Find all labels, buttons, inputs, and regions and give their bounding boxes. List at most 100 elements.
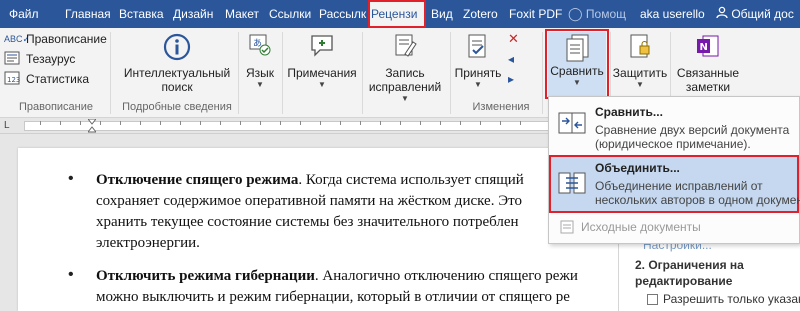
protect-label: Защитить — [612, 66, 668, 80]
svg-text:N: N — [700, 42, 708, 53]
chevron-down-icon: ▼ — [318, 80, 326, 89]
paragraph-hibernation[interactable]: Отключить режима гибернации. Аналогично … — [96, 266, 628, 308]
ruler-tick — [260, 121, 261, 125]
bullet-point: • — [68, 266, 74, 283]
hibernation-heading: Отключить режима гибернации — [96, 268, 315, 284]
tell-me-box[interactable]: ◯ Помощ — [568, 0, 626, 28]
tab-references[interactable]: Ссылки — [266, 0, 314, 28]
comments-button[interactable]: Примечания ▼ — [284, 32, 360, 90]
tab-home[interactable]: Главная — [62, 0, 114, 28]
menu-compare-desc-1: Сравнение двух версий документа — [595, 123, 790, 137]
ribbon-tab-bar: Файл Главная Вставка Дизайн Макет Ссылки… — [0, 0, 800, 28]
info-icon — [118, 32, 236, 66]
group-divider — [238, 32, 239, 114]
group-divider — [110, 32, 111, 114]
spelling-button[interactable]: ABC✓ Правописание — [4, 30, 107, 48]
ruler-tick — [460, 121, 461, 125]
accept-button[interactable]: Принять ▼ — [452, 32, 504, 90]
protect-button[interactable]: Защитить ▼ — [612, 32, 668, 90]
onenote-icon: N — [672, 32, 744, 66]
accept-change-icon — [452, 32, 504, 66]
next-change-icon[interactable]: ▸ — [508, 72, 522, 86]
linked-notes-button[interactable]: N Связанные заметки — [672, 32, 744, 94]
tab-stop-selector-icon[interactable]: L — [4, 120, 10, 131]
smart-lookup-label-2: поиск — [161, 80, 193, 94]
source-documents-icon — [559, 219, 575, 235]
smart-lookup-label-1: Интеллектуальный — [123, 66, 231, 80]
user-account[interactable]: aka userello — [640, 0, 705, 28]
spelling-check-icon: ABC✓ — [4, 33, 31, 44]
tab-mailings[interactable]: Рассылк — [316, 0, 368, 28]
hibernation-line-2: можно выключить и режим гибернации, кото… — [96, 289, 570, 305]
ruler-tick — [40, 121, 41, 125]
word-count-button[interactable]: 123 Статистика — [4, 70, 89, 88]
group-divider — [450, 32, 451, 114]
chevron-down-icon: ▼ — [474, 80, 482, 89]
ruler-tick — [360, 121, 361, 125]
previous-change-icon[interactable]: ◂ — [508, 52, 522, 66]
tab-design[interactable]: Дизайн — [170, 0, 220, 28]
tell-me-label: Помощ — [585, 7, 627, 21]
language-button[interactable]: あ Язык ▼ — [242, 32, 278, 90]
ruler-tick — [480, 121, 481, 125]
group-divider — [282, 32, 283, 114]
ruler-tick — [240, 121, 241, 125]
tab-insert[interactable]: Вставка — [116, 0, 168, 28]
tab-view[interactable]: Вид — [428, 0, 456, 28]
chevron-down-icon: ▼ — [256, 80, 264, 89]
thesaurus-icon — [4, 51, 22, 68]
menu-combine-desc-1: Объединение исправлений от — [595, 179, 763, 193]
sleep-heading: Отключение спящего режима — [96, 172, 299, 188]
language-label: Язык — [245, 66, 275, 80]
ruler-tick — [60, 121, 61, 125]
ruler-tick — [120, 121, 121, 125]
language-icon: あ — [242, 32, 278, 66]
indent-marker-icon[interactable] — [86, 118, 98, 133]
ruler-tick — [80, 121, 81, 125]
group-changes-label: Изменения — [472, 101, 530, 113]
track-changes-label-2: исправлений — [368, 80, 442, 94]
ruler-tick — [520, 121, 521, 125]
ruler-tick — [400, 121, 401, 125]
menu-item-combine[interactable]: Объединить... Объединение исправлений от… — [549, 155, 800, 213]
ruler-tick — [140, 121, 141, 125]
editing-restriction-checkbox[interactable] — [647, 294, 658, 305]
ruler-tick — [420, 121, 421, 125]
menu-combine-title: Объединить... — [595, 161, 680, 175]
smart-lookup-button[interactable]: Интеллектуальный поиск — [118, 32, 236, 94]
lock-document-icon — [612, 32, 668, 66]
menu-item-compare[interactable]: Сравнить... Сравнение двух версий докуме… — [549, 99, 799, 155]
share-person-icon — [716, 0, 728, 28]
ruler-strip — [24, 121, 564, 131]
tab-file[interactable]: Файл — [6, 0, 46, 28]
tab-zotero[interactable]: Zotero — [460, 0, 504, 28]
compare-dropdown-menu: Сравнить... Сравнение двух версий докуме… — [548, 96, 800, 244]
comments-label: Примечания — [287, 66, 357, 80]
ruler-tick — [220, 121, 221, 125]
tab-foxit-pdf[interactable]: Foxit PDF — [506, 0, 562, 28]
group-insights-label: Подробные сведения — [122, 101, 232, 113]
lightbulb-icon: ◯ — [568, 6, 583, 21]
word-count-icon: 123 — [4, 71, 22, 88]
word-count-label: Статистика — [26, 72, 90, 86]
spelling-label: Правописание — [26, 32, 107, 46]
editing-restriction-label: Разрешить только указанн — [663, 292, 800, 306]
combine-docs-icon — [557, 169, 587, 197]
menu-combine-desc-2: нескольких авторов в одном докумен — [595, 193, 800, 207]
track-changes-button[interactable]: Запись исправлений ▼ — [364, 32, 446, 104]
ruler-tick — [180, 121, 181, 125]
hibernation-line-1: . Аналогично отключению спящего режи — [314, 268, 578, 284]
ruler-tick — [280, 121, 281, 125]
pane-heading-line-2: редактирование — [635, 274, 733, 288]
menu-compare-desc-2: (юридическое примечание). — [595, 137, 751, 151]
document-page[interactable]: • Отключение спящего режима. Когда систе… — [18, 148, 628, 311]
share-button[interactable]: Общий дос — [716, 0, 794, 28]
thesaurus-button[interactable]: Тезаурус — [4, 50, 75, 68]
menu-item-source-documents[interactable]: Исходные документы — [549, 215, 799, 239]
menu-source-title: Исходные документы — [581, 220, 701, 234]
tab-layout[interactable]: Макет — [222, 0, 264, 28]
tab-review[interactable]: Рецензи — [368, 0, 426, 28]
ruler-tick — [300, 121, 301, 125]
sleep-line-1: . Когда система использует спящий — [298, 172, 524, 188]
reject-change-icon[interactable]: ✕ — [508, 32, 522, 46]
